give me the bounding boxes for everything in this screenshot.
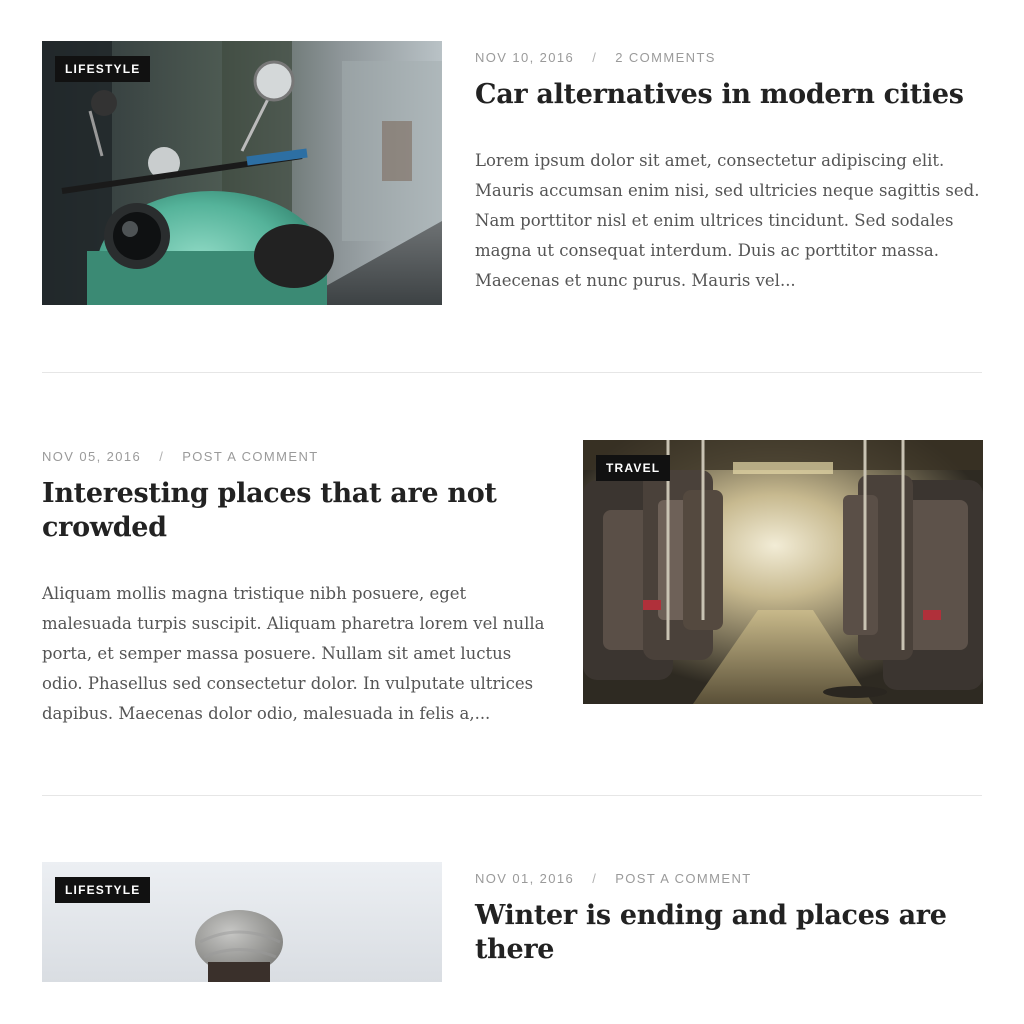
post-excerpt: Aliquam mollis magna tristique nibh posu… (42, 584, 545, 723)
post-excerpt: Lorem ipsum dolor sit amet, consectetur … (475, 151, 980, 290)
post-content: NOV 05, 2016 / POST A COMMENT Interesting … (42, 440, 550, 729)
post-divider (42, 795, 982, 796)
post-thumbnail-winter[interactable]: LIFESTYLE (42, 862, 442, 982)
post-card: NOV 05, 2016 / POST A COMMENT Interesting … (42, 440, 983, 730)
post-content: NOV 01, 2016 / POST A COMMENT Winter is en… (475, 862, 983, 967)
post-card: LIFESTYLE NOV 10, 2016 / 2 COMMENTS Car al… (42, 41, 982, 305)
post-meta: NOV 01, 2016 / POST A COMMENT (475, 871, 983, 887)
post-title[interactable]: Car alternatives in modern cities (475, 78, 983, 112)
post-date: NOV 10, 2016 (475, 50, 575, 65)
post-content: NOV 10, 2016 / 2 COMMENTS Car alternatives… (475, 41, 983, 296)
post-date: NOV 05, 2016 (42, 449, 142, 464)
category-badge[interactable]: LIFESTYLE (55, 56, 151, 82)
post-title[interactable]: Winter is ending and places are there (475, 899, 983, 967)
post-date: NOV 01, 2016 (475, 871, 575, 886)
meta-separator: / (592, 871, 598, 886)
category-badge[interactable]: LIFESTYLE (55, 877, 151, 903)
post-divider (42, 372, 982, 373)
comments-link[interactable]: POST A COMMENT (615, 871, 751, 886)
post-card: LIFESTYLE NOV 01, 2016 / POST A COMMENT Wi… (42, 862, 982, 1024)
post-meta: NOV 10, 2016 / 2 COMMENTS (475, 50, 983, 66)
comments-link[interactable]: POST A COMMENT (182, 449, 318, 464)
meta-separator: / (159, 449, 165, 464)
meta-separator: / (592, 50, 598, 65)
comments-link[interactable]: 2 COMMENTS (615, 50, 716, 65)
post-thumbnail-bus[interactable]: TRAVEL (583, 440, 983, 704)
post-title[interactable]: Interesting places that are not crowded (42, 477, 550, 545)
post-meta: NOV 05, 2016 / POST A COMMENT (42, 449, 550, 465)
post-thumbnail-scooter[interactable]: LIFESTYLE (42, 41, 442, 305)
category-badge[interactable]: TRAVEL (596, 455, 671, 481)
